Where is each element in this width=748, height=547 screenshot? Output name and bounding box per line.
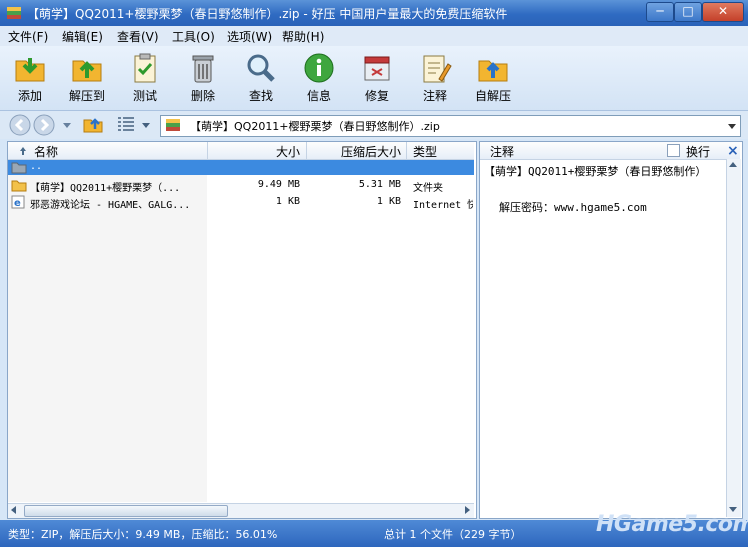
scroll-left-icon[interactable] (10, 506, 18, 514)
sfx-icon (478, 60, 508, 82)
close-button[interactable]: ✕ (702, 2, 744, 22)
file-size: 9.49 MB (257, 179, 300, 190)
test-icon (134, 53, 156, 83)
status-archive-info: 类型：ZIP，解压后大小：9.49 MB，压缩比：56.01% (8, 528, 278, 541)
menu-options[interactable]: 选项(W) (227, 28, 272, 45)
toolbar-info-label: 信息 (306, 89, 331, 103)
scroll-right-icon[interactable] (463, 506, 471, 514)
file-name: .. (30, 161, 43, 172)
toolbar-test-button[interactable]: 测试 (118, 50, 172, 108)
folder-icon (11, 180, 27, 192)
parent-folder-icon (11, 162, 27, 174)
sorted-column-shade (8, 160, 207, 502)
view-mode-icon[interactable] (117, 116, 135, 132)
column-size[interactable]: 大小 (276, 143, 300, 160)
comment-panel (479, 141, 743, 519)
menu-bar (0, 26, 748, 46)
toolbar-sfx-label: 自解压 (474, 89, 511, 103)
toolbar-info-button[interactable]: 信息 (292, 50, 346, 108)
toolbar-comment-button[interactable]: 注释 (408, 50, 462, 108)
back-icon[interactable] (9, 114, 31, 136)
sort-arrow-icon (20, 147, 26, 155)
info-icon (304, 53, 334, 83)
menu-tools[interactable]: 工具(O) (172, 28, 215, 45)
toolbar-repair-button[interactable]: 修复 (350, 50, 404, 108)
status-file-total: 总计 1 个文件（229 字节） (384, 528, 522, 541)
add-icon (15, 58, 45, 82)
menu-file[interactable]: 文件(F) (8, 28, 48, 45)
comment-title: 注释 (490, 145, 515, 159)
archive-icon (166, 119, 180, 131)
toolbar-find-button[interactable]: 查找 (234, 50, 288, 108)
watermark-logo: HGame5.com (596, 512, 748, 537)
internet-shortcut-icon: e (11, 195, 25, 209)
address-dropdown-icon[interactable] (727, 121, 737, 131)
wrap-label: 换行 (686, 145, 711, 159)
minimize-button[interactable]: ─ (646, 2, 674, 22)
delete-icon (192, 55, 214, 83)
file-name: 【萌学】QQ2011+樱野栗梦（... (30, 183, 181, 194)
toolbar-delete-button[interactable]: 删除 (176, 50, 230, 108)
app-icon (7, 7, 21, 19)
file-row-parent[interactable] (8, 160, 474, 175)
up-folder-icon[interactable] (82, 114, 104, 134)
column-packed[interactable]: 压缩后大小 (341, 143, 401, 160)
comment-line-1: 【萌学】QQ2011+樱野栗梦（春日野悠制作） (484, 165, 707, 178)
history-dropdown-icon[interactable] (62, 120, 72, 130)
file-size: 1 KB (275, 196, 300, 207)
file-type: 文件夹 (413, 183, 443, 194)
view-dropdown-icon[interactable] (141, 120, 151, 130)
column-name[interactable]: 名称 (34, 143, 58, 160)
toolbar-sfx-button[interactable]: 自解压 (466, 50, 520, 108)
menu-edit[interactable]: 编辑(E) (62, 28, 103, 45)
close-comment-button[interactable]: × (727, 143, 739, 159)
toolbar-extract-label: 解压到 (68, 89, 105, 103)
file-packed-size: 5.31 MB (358, 179, 401, 190)
toolbar-add-button[interactable]: 添加 (3, 50, 57, 108)
column-divider[interactable] (406, 142, 407, 159)
maximize-button[interactable]: □ (674, 2, 702, 22)
column-divider[interactable] (306, 142, 307, 159)
toolbar-test-label: 测试 (132, 89, 157, 103)
horizontal-scroll-thumb[interactable] (24, 505, 228, 517)
extract-icon (72, 60, 102, 82)
toolbar-delete-label: 删除 (190, 89, 215, 103)
comment-line-2: 解压密码：www.hgame5.com (499, 201, 647, 214)
toolbar-repair-label: 修复 (364, 89, 389, 103)
comment-icon (423, 55, 452, 83)
repair-icon (364, 56, 390, 81)
toolbar-add-label: 添加 (17, 89, 42, 103)
toolbar-extract-button[interactable]: 解压到 (60, 50, 114, 108)
menu-view[interactable]: 查看(V) (117, 28, 159, 45)
wrap-checkbox[interactable] (667, 144, 680, 157)
file-name: 邪恶游戏论坛 - HGAME、GALG... (30, 200, 191, 211)
address-path: 【萌学】QQ2011+樱野栗梦（春日野悠制作）.zip (190, 120, 440, 133)
column-header (8, 142, 474, 160)
file-packed-size: 1 KB (376, 196, 401, 207)
column-divider[interactable] (207, 142, 208, 159)
file-type: Internet 快 (413, 200, 473, 211)
forward-icon[interactable] (33, 114, 55, 136)
column-type[interactable]: 类型 (413, 143, 437, 160)
toolbar-find-label: 查找 (248, 89, 273, 103)
search-icon (247, 54, 275, 82)
menu-help[interactable]: 帮助(H) (282, 28, 324, 45)
svg-text:e: e (14, 198, 21, 209)
comment-vertical-scrollbar[interactable] (726, 159, 741, 517)
scroll-up-icon[interactable] (729, 161, 737, 169)
window-title: 【萌学】QQ2011+樱野栗梦（春日野悠制作）.zip - 好压 中国用户量最大… (27, 7, 508, 21)
toolbar-comment-label: 注释 (422, 89, 447, 103)
